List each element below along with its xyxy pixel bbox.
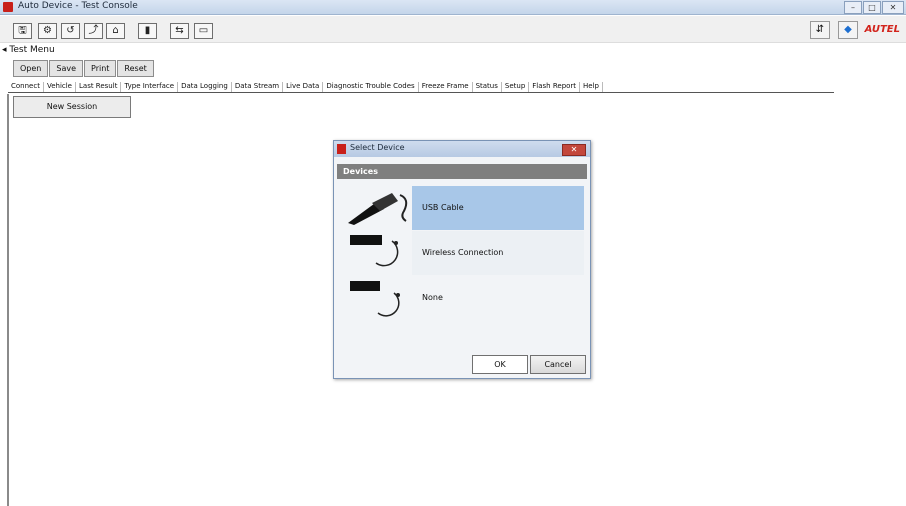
dialog-titlebar: Select Device ✕ bbox=[334, 141, 590, 157]
dialog-section-header: Devices bbox=[337, 164, 587, 179]
dialog-app-icon bbox=[337, 144, 346, 154]
stop-icon[interactable]: ▮ bbox=[138, 23, 157, 39]
usb-cable-icon bbox=[348, 193, 408, 225]
sort-icon[interactable]: ⇵ bbox=[810, 21, 830, 39]
home-icon[interactable]: ⌂ bbox=[106, 23, 125, 39]
maximize-button[interactable]: □ bbox=[863, 1, 881, 14]
new-session-button[interactable]: New Session bbox=[13, 96, 131, 118]
tab-save[interactable]: Save bbox=[49, 60, 84, 77]
field-header[interactable]: Data Stream bbox=[232, 82, 284, 92]
minimize-button[interactable]: – bbox=[844, 1, 862, 14]
cancel-button[interactable]: Cancel bbox=[530, 355, 586, 374]
field-header[interactable]: Freeze Frame bbox=[419, 82, 473, 92]
dialog-title: Select Device bbox=[350, 143, 405, 152]
tab-open[interactable]: Open bbox=[13, 60, 49, 77]
swap-icon[interactable]: ⇆ bbox=[170, 23, 189, 39]
menu-label[interactable]: ◂ Test Menu bbox=[2, 45, 55, 55]
field-header[interactable]: Connect bbox=[8, 82, 44, 92]
left-divider bbox=[7, 94, 9, 506]
diamond-icon[interactable]: ◆ bbox=[838, 21, 858, 39]
ok-button[interactable]: OK bbox=[472, 355, 528, 374]
device-option-usb[interactable]: USB Cable bbox=[412, 186, 584, 230]
tab-print[interactable]: Print bbox=[84, 60, 117, 77]
window-icon[interactable]: ▭ bbox=[194, 23, 213, 39]
field-header[interactable]: Flash Report bbox=[529, 82, 581, 92]
field-header[interactable]: Diagnostic Trouble Codes bbox=[323, 82, 419, 92]
field-header[interactable]: Data Logging bbox=[178, 82, 232, 92]
settings-icon[interactable]: ⚙ bbox=[38, 23, 57, 39]
close-window-button[interactable]: ✕ bbox=[882, 1, 904, 14]
toolbar: 🖫 ⚙ ↺ ⤴ ⌂ ▮ ⇆ ▭ ⇵ ◆ AUTEL bbox=[0, 16, 906, 43]
export-icon[interactable]: ⤴ bbox=[84, 23, 103, 39]
field-header-row: Connect Vehicle Last Result Type Interfa… bbox=[8, 82, 834, 93]
field-header[interactable]: Status bbox=[473, 82, 502, 92]
window-title: Auto Device - Test Console bbox=[18, 1, 138, 11]
save-icon[interactable]: 🖫 bbox=[13, 23, 32, 39]
select-device-dialog: Select Device ✕ Devices USB Cable Wirele… bbox=[333, 140, 591, 379]
dialog-close-button[interactable]: ✕ bbox=[562, 144, 586, 156]
field-header[interactable]: Type Interface bbox=[121, 82, 179, 92]
no-device-icon bbox=[350, 281, 400, 317]
window-titlebar: Auto Device - Test Console – □ ✕ bbox=[0, 0, 906, 15]
wireless-device-icon bbox=[350, 235, 399, 267]
field-header[interactable]: Last Result bbox=[76, 82, 122, 92]
field-header[interactable]: Setup bbox=[502, 82, 530, 92]
refresh-icon[interactable]: ↺ bbox=[61, 23, 80, 39]
app-icon bbox=[3, 2, 13, 12]
tab-reset[interactable]: Reset bbox=[117, 60, 154, 77]
device-option-wireless[interactable]: Wireless Connection bbox=[412, 231, 584, 275]
field-header[interactable]: Live Data bbox=[283, 82, 324, 92]
device-option-none[interactable]: None bbox=[412, 276, 584, 320]
tab-row: Open Save Print Reset bbox=[13, 60, 155, 77]
brand-logo: AUTEL bbox=[864, 24, 900, 35]
field-header[interactable]: Help bbox=[580, 82, 604, 92]
field-header[interactable]: Vehicle bbox=[44, 82, 76, 92]
